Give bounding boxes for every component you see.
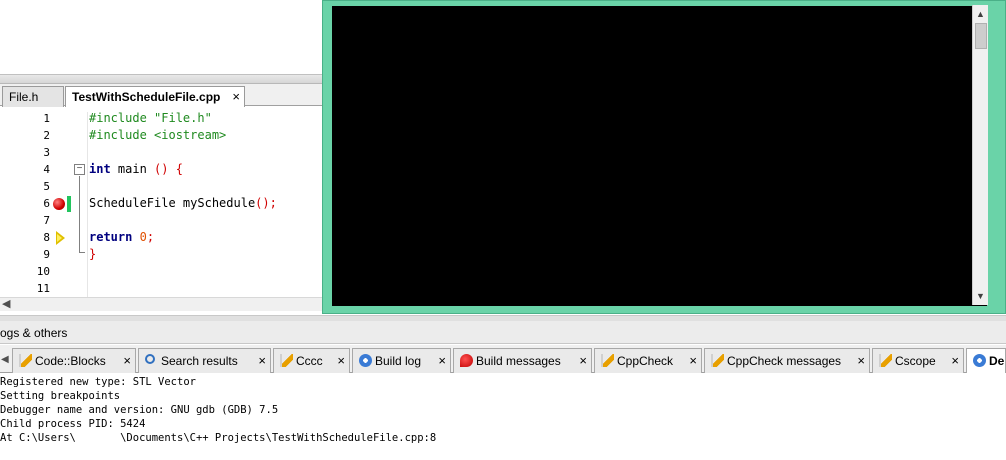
log-line: Child process PID: 5424 [0, 418, 146, 430]
line-number: 1 [43, 112, 50, 125]
close-icon[interactable]: × [579, 353, 587, 368]
code-punctuation: (); [255, 196, 277, 210]
tab-label: CppCheck [617, 354, 674, 368]
code-line-2: #include <iostream> [89, 128, 227, 142]
code-text: main [110, 162, 155, 176]
tab-codeblocks[interactable]: Code::Blocks × [12, 348, 136, 373]
tab-cscope[interactable]: Cscope × [872, 348, 964, 373]
code-punctuation: () { [154, 162, 183, 176]
keyword: int [89, 162, 111, 176]
tab-label: TestWithScheduleFile.cpp [72, 90, 221, 104]
close-icon[interactable]: × [258, 353, 266, 368]
line-number: 8 [43, 231, 50, 244]
tab-label: CppCheck messages [727, 354, 842, 368]
close-icon[interactable]: × [123, 353, 131, 368]
fold-guide [79, 176, 80, 252]
number-literal: 0 [139, 230, 147, 244]
tab-label: Cccc [296, 354, 323, 368]
log-line: Registered new type: STL Vector [0, 376, 196, 388]
tab-label: Code::Blocks [35, 354, 106, 368]
scroll-down-icon[interactable]: ▼ [976, 291, 985, 301]
tab-build-log[interactable]: Build log × [352, 348, 451, 373]
tab-debugger[interactable]: De [966, 348, 1006, 373]
tab-testwithschedulefile-cpp[interactable]: TestWithScheduleFile.cpp × [65, 86, 245, 108]
tab-search-results[interactable]: Search results × [138, 348, 271, 373]
line-number: 7 [43, 214, 50, 227]
pencil-icon [711, 354, 724, 367]
line-number-gutter[interactable]: 1 2 3 4 5 6 7 8 9 10 11 [0, 112, 88, 297]
close-icon[interactable]: × [337, 353, 345, 368]
tab-label: Build messages [476, 354, 561, 368]
change-marker [67, 196, 71, 212]
keyword: return [89, 230, 133, 244]
line-number: 2 [43, 129, 50, 142]
close-icon[interactable]: × [951, 353, 959, 368]
code-line-4: int main () { [89, 162, 183, 176]
debugger-log-output[interactable]: Registered new type: STL Vector Setting … [0, 374, 1006, 460]
code-line-8: return 0; [89, 230, 154, 244]
code-text: ScheduleFile mySchedule [89, 196, 256, 210]
line-number: 10 [36, 265, 50, 278]
close-icon[interactable]: × [857, 353, 865, 368]
line-number: 11 [36, 282, 50, 295]
pencil-icon [19, 354, 32, 367]
line-number: 3 [43, 146, 50, 159]
tab-cccc[interactable]: Cccc × [273, 348, 350, 373]
scroll-left-icon[interactable]: ◀ [2, 297, 10, 310]
tab-cppcheck[interactable]: CppCheck × [594, 348, 702, 373]
magnifier-icon [145, 354, 155, 364]
tabs-scroll-left-icon[interactable]: ◀ [1, 354, 9, 365]
scroll-thumb[interactable] [975, 23, 987, 49]
logs-tab-bar: ◀ Code::Blocks × Search results × Cccc ×… [0, 345, 1006, 373]
tab-build-messages[interactable]: Build messages × [453, 348, 592, 373]
code-line-9: } [89, 247, 97, 261]
close-icon[interactable]: × [689, 353, 697, 368]
tab-cppcheck-messages[interactable]: CppCheck messages × [704, 348, 870, 373]
console-scrollbar[interactable]: ▲ ▼ [972, 5, 988, 305]
close-icon[interactable]: × [438, 353, 446, 368]
code-punctuation: ; [146, 230, 155, 244]
log-line: At C:\Users\ \Documents\C++ Projects\Tes… [0, 432, 437, 444]
pencil-icon [280, 354, 293, 367]
fold-toggle-icon[interactable]: − [74, 164, 85, 175]
tab-label: File.h [9, 90, 39, 104]
tab-label: Build log [375, 354, 422, 368]
console-output[interactable] [332, 6, 987, 306]
tab-label: Search results [161, 354, 238, 368]
pencil-icon [879, 354, 892, 367]
current-line-arrow-fill [57, 234, 62, 242]
code-line-6: ScheduleFile mySchedule(); [89, 196, 277, 210]
pencil-icon [601, 354, 614, 367]
line-number: 4 [43, 163, 50, 176]
gear-icon [973, 354, 986, 367]
fold-guide-end [79, 252, 85, 253]
scroll-up-icon[interactable]: ▲ [976, 9, 985, 19]
line-number: 6 [43, 197, 50, 210]
line-number: 5 [43, 180, 50, 193]
close-icon[interactable]: × [232, 89, 240, 104]
tab-file-h[interactable]: File.h [2, 86, 64, 107]
log-line: Setting breakpoints [0, 390, 121, 402]
line-number: 9 [43, 248, 50, 261]
gear-icon [359, 354, 372, 367]
breakpoint-icon[interactable] [53, 198, 65, 210]
log-line: Debugger name and version: GNU gdb (GDB)… [0, 404, 279, 416]
logs-panel-title: ogs & others [0, 321, 1006, 344]
tab-label: Cscope [895, 354, 936, 368]
tab-label: De [989, 354, 1005, 368]
horizontal-scrollbar[interactable]: ◀ [0, 297, 322, 311]
code-line-1: #include "File.h" [89, 111, 212, 125]
console-window[interactable] [322, 0, 1006, 314]
pin-icon [460, 354, 473, 367]
